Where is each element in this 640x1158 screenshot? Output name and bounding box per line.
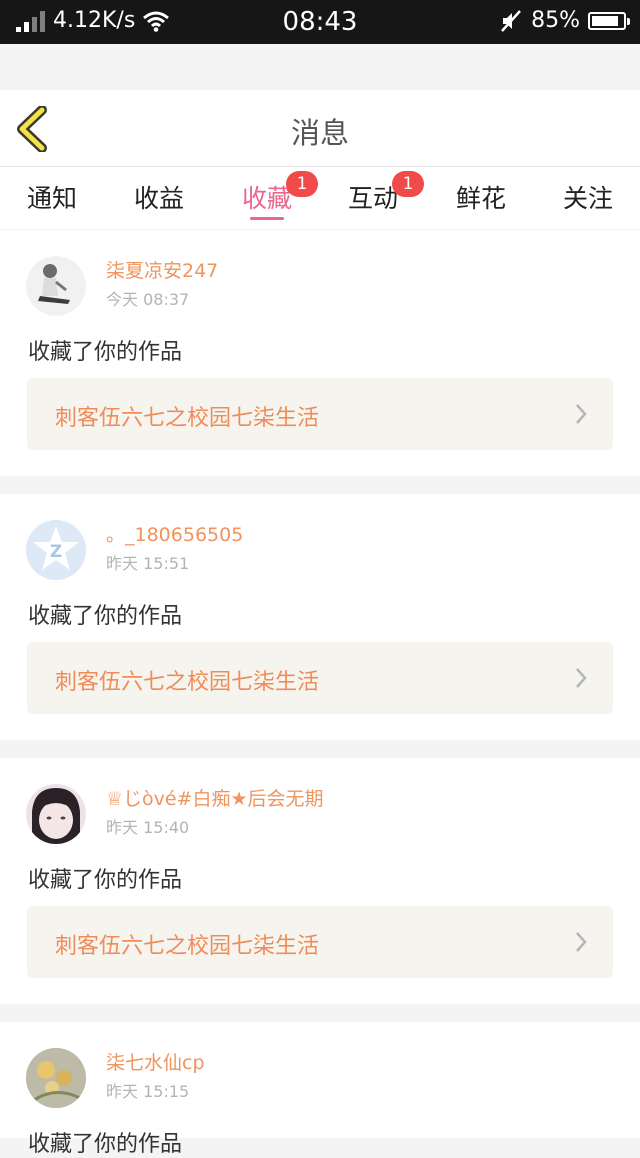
work-title: 刺客伍六七之校园七柒生活 [55,406,320,431]
tab-label: 关注 [562,184,613,213]
action-text: 收藏了你的作品 [28,604,183,629]
tab-label: 鲜花 [455,184,506,213]
status-bar: 4.12K/s 08:43 85% [0,0,640,44]
page-title: 消息 [290,116,349,150]
battery-icon [588,11,630,30]
avatar[interactable] [26,1048,86,1108]
tab-label: 互动 [347,184,398,213]
avatar[interactable]: Z [26,520,86,580]
list-item: 柒七水仙cp 昨天 15:15 收藏了你的作品 [0,1022,640,1157]
tab-label: 通知 [26,184,77,213]
chevron-right-icon [576,404,587,424]
work-link[interactable]: 刺客伍六七之校园七柒生活 [27,906,613,978]
work-title: 刺客伍六七之校园七柒生活 [55,934,320,959]
tab-label: 收益 [133,184,184,213]
timestamp: 昨天 15:51 [106,554,190,573]
tab-label: 收藏 [241,184,292,213]
avatar[interactable] [26,784,86,844]
chevron-right-icon [576,668,587,688]
tab-favorites[interactable]: 收藏 1 [217,171,318,215]
tab-follow[interactable]: 关注 [538,179,638,215]
favorites-badge: 1 [286,171,318,197]
username[interactable]: 柒七水仙cp [106,1048,205,1075]
interaction-badge: 1 [392,171,424,197]
top-spacer [0,44,640,90]
work-title: 刺客伍六七之校园七柒生活 [55,670,320,695]
tab-bar: 通知 收益 收藏 1 互动 1 鲜花 关注 [0,167,640,229]
timestamp: 昨天 15:15 [106,1082,190,1101]
tab-notice[interactable]: 通知 [2,179,102,215]
tab-interaction[interactable]: 互动 1 [323,171,424,215]
chevron-right-icon [576,932,587,952]
timestamp: 今天 08:37 [106,290,190,309]
svg-text:Z: Z [50,542,62,562]
work-link[interactable]: 刺客伍六七之校园七柒生活 [27,642,613,714]
status-right: 85% [499,8,630,33]
battery-fill [592,15,618,26]
navbar: 消息 [0,90,640,167]
list-item: 柒夏凉安247 今天 08:37 收藏了你的作品 刺客伍六七之校园七柒生活 [0,230,640,476]
work-link[interactable]: 刺客伍六七之校园七柒生活 [27,378,613,450]
tab-income[interactable]: 收益 [109,179,209,215]
username[interactable]: 。_180656505 [106,520,243,547]
active-tab-indicator [250,217,284,220]
action-text: 收藏了你的作品 [28,1132,183,1157]
username[interactable]: 柒夏凉安247 [106,256,218,283]
action-text: 收藏了你的作品 [28,340,183,365]
action-text: 收藏了你的作品 [28,868,183,893]
battery-percent: 85% [531,8,580,33]
avatar[interactable] [26,256,86,316]
timestamp: 昨天 15:40 [106,818,190,837]
list-item: Z 。_180656505 昨天 15:51 收藏了你的作品 刺客伍六七之校园七… [0,494,640,740]
username[interactable]: ♕じòvé#白痴★后会无期 [106,784,324,811]
tab-flowers[interactable]: 鲜花 [431,179,531,215]
list-item: ♕じòvé#白痴★后会无期 昨天 15:40 收藏了你的作品 刺客伍六七之校园七… [0,758,640,1004]
mute-icon [501,9,522,32]
